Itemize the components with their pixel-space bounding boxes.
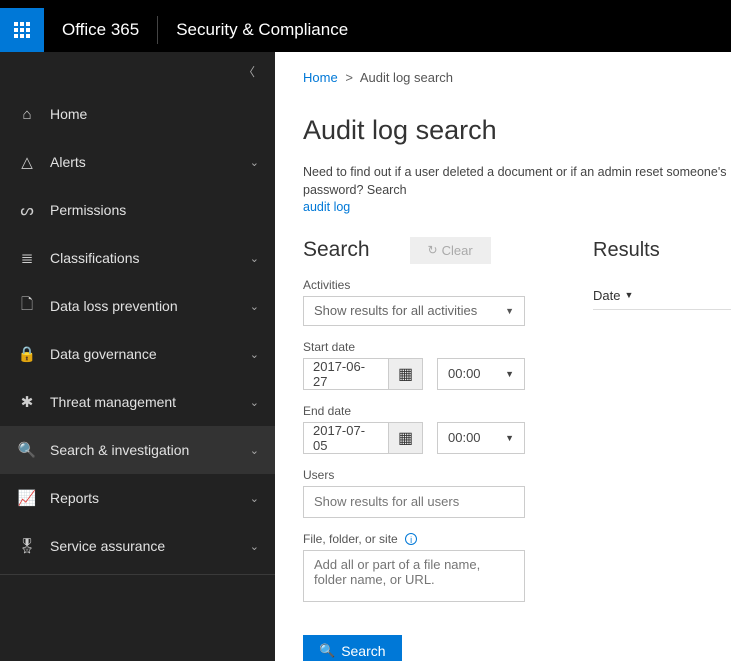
search-icon: 🔍 — [319, 643, 335, 659]
lock-icon: 🔒 — [16, 345, 38, 363]
people-icon: ᔕ — [16, 201, 38, 219]
chevron-left-icon: 〈 — [243, 63, 255, 80]
end-date-calendar-button[interactable]: ▦ — [388, 423, 422, 453]
activities-dropdown[interactable]: Show results for all activities ▼ — [303, 296, 525, 326]
chevron-down-icon: ⌄ — [250, 492, 259, 505]
threat-icon: ✱ — [16, 393, 38, 411]
users-label: Users — [303, 468, 563, 482]
app-launcher-button[interactable] — [0, 8, 44, 52]
nav-item-label: Data loss prevention — [50, 298, 250, 314]
chevron-down-icon: ⌄ — [250, 348, 259, 361]
calendar-icon: ▦ — [398, 428, 413, 448]
start-date-calendar-button[interactable]: ▦ — [388, 359, 422, 389]
breadcrumb-sep: > — [345, 70, 353, 85]
nav-item-label: Service assurance — [50, 538, 250, 554]
chevron-down-icon: ⌄ — [250, 444, 259, 457]
file-input[interactable] — [303, 550, 525, 602]
nav-item-home[interactable]: ⌂ Home — [0, 90, 275, 138]
clear-button[interactable]: ↻ Clear — [410, 237, 491, 264]
home-icon: ⌂ — [16, 106, 38, 123]
refresh-icon: ↻ — [428, 243, 438, 257]
search-heading: Search — [303, 238, 370, 262]
file-label: File, folder, or site i — [303, 532, 563, 546]
nav-item-alerts[interactable]: △ Alerts ⌄ — [0, 138, 275, 186]
caret-down-icon: ▼ — [505, 306, 514, 316]
start-date-input[interactable]: 2017-06-27 ▦ — [303, 358, 423, 390]
end-date-value: 2017-07-05 — [304, 423, 388, 453]
users-input[interactable] — [303, 486, 525, 518]
results-column-date[interactable]: Date ▼ — [593, 288, 731, 310]
browser-chrome-strip — [0, 0, 731, 8]
help-text-prefix: Need to find out if a user deleted a doc… — [303, 165, 726, 197]
nav-item-permissions[interactable]: ᔕ Permissions — [0, 186, 275, 234]
clear-button-label: Clear — [442, 243, 473, 258]
search-panel: Search ↻ Clear Activities Show results f… — [303, 237, 563, 661]
alert-icon: △ — [16, 153, 38, 171]
side-nav: 〈 ⌂ Home △ Alerts ⌄ ᔕ Permissions ≣ Clas… — [0, 52, 275, 661]
page-title: Audit log search — [303, 115, 731, 146]
caret-down-icon: ▼ — [505, 369, 514, 379]
nav-item-label: Alerts — [50, 154, 250, 170]
nav-item-label: Reports — [50, 490, 250, 506]
search-icon: 🔍 — [16, 441, 38, 459]
chart-icon: 📈 — [16, 489, 38, 507]
results-panel: Results Date ▼ — [593, 237, 731, 661]
start-date-value: 2017-06-27 — [304, 359, 388, 389]
nav-item-data-governance[interactable]: 🔒 Data governance ⌄ — [0, 330, 275, 378]
start-date-label: Start date — [303, 340, 563, 354]
chevron-down-icon: ⌄ — [250, 156, 259, 169]
nav-separator — [0, 574, 275, 575]
nav-item-classifications[interactable]: ≣ Classifications ⌄ — [0, 234, 275, 282]
app-title: Security & Compliance — [158, 20, 366, 40]
end-date-label: End date — [303, 404, 563, 418]
nav-item-service-assurance[interactable]: 🎖 Service assurance ⌄ — [0, 522, 275, 570]
start-time-select[interactable]: 00:00 ▼ — [437, 358, 525, 390]
info-icon[interactable]: i — [405, 533, 417, 545]
nav-item-label: Data governance — [50, 346, 250, 362]
ribbon-icon: 🎖 — [16, 537, 38, 555]
file-label-text: File, folder, or site — [303, 532, 398, 546]
breadcrumb-home[interactable]: Home — [303, 70, 338, 85]
start-time-value: 00:00 — [448, 366, 481, 381]
caret-down-icon: ▼ — [505, 433, 514, 443]
end-time-value: 00:00 — [448, 430, 481, 445]
breadcrumb-current: Audit log search — [360, 70, 453, 85]
nav-item-label: Threat management — [50, 394, 250, 410]
activities-value: Show results for all activities — [314, 303, 477, 318]
chevron-down-icon: ⌄ — [250, 300, 259, 313]
activities-label: Activities — [303, 278, 563, 292]
nav-item-label: Home — [50, 106, 259, 122]
nav-item-search-investigation[interactable]: 🔍 Search & investigation ⌄ — [0, 426, 275, 474]
results-column-date-label: Date — [593, 288, 620, 303]
search-button-label: Search — [341, 643, 385, 659]
help-text: Need to find out if a user deleted a doc… — [303, 164, 731, 217]
breadcrumb: Home > Audit log search — [303, 70, 731, 85]
end-date-input[interactable]: 2017-07-05 ▦ — [303, 422, 423, 454]
chevron-down-icon: ⌄ — [250, 540, 259, 553]
chevron-down-icon: ⌄ — [250, 396, 259, 409]
end-time-select[interactable]: 00:00 ▼ — [437, 422, 525, 454]
chevron-down-icon: ⌄ — [250, 252, 259, 265]
nav-item-label: Classifications — [50, 250, 250, 266]
search-button[interactable]: 🔍 Search — [303, 635, 402, 661]
caret-down-icon: ▼ — [624, 290, 633, 300]
help-link-audit-log[interactable]: audit log — [303, 200, 350, 214]
brand-label: Office 365 — [44, 20, 157, 40]
list-icon: ≣ — [16, 249, 38, 267]
nav-item-label: Search & investigation — [50, 442, 250, 458]
nav-item-threat[interactable]: ✱ Threat management ⌄ — [0, 378, 275, 426]
nav-item-dlp[interactable]: 🗋 Data loss prevention ⌄ — [0, 282, 275, 330]
main-content: Home > Audit log search Audit log search… — [275, 52, 731, 661]
nav-item-label: Permissions — [50, 202, 259, 218]
waffle-icon — [14, 22, 30, 38]
collapse-nav-button[interactable]: 〈 — [0, 52, 275, 90]
shield-icon: 🗋 — [16, 294, 38, 319]
results-heading: Results — [593, 239, 731, 262]
nav-item-reports[interactable]: 📈 Reports ⌄ — [0, 474, 275, 522]
o365-header: Office 365 Security & Compliance — [0, 8, 731, 52]
calendar-icon: ▦ — [398, 364, 413, 384]
